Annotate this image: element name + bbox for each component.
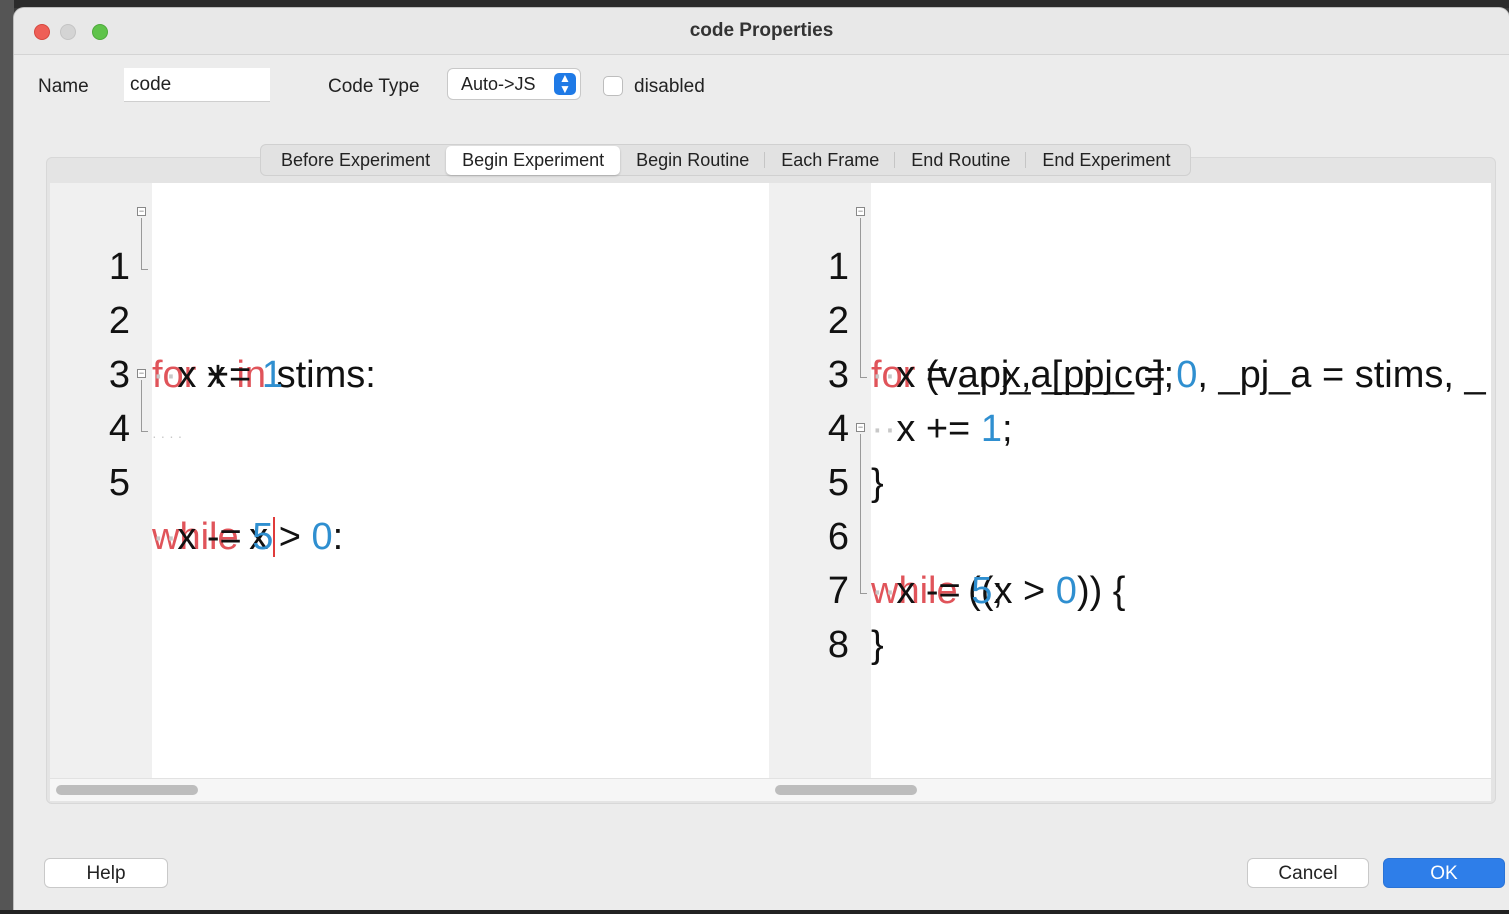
code-line: 4 − while x > 0: (50, 348, 770, 559)
desktop-background-left (0, 0, 14, 914)
javascript-code-editor[interactable]: 1 − for (var x, _pj_c = 0, _pj_a = stims… (769, 183, 1491, 778)
desktop-background (0, 0, 1509, 8)
code-properties-dialog: code Properties Name Code Type Auto->JS … (14, 8, 1509, 910)
tab-before-experiment[interactable]: Before Experiment (265, 146, 446, 175)
tab-end-experiment[interactable]: End Experiment (1026, 146, 1186, 175)
code-type-select[interactable]: Auto->JS ▲ ▼ (447, 68, 581, 100)
text-cursor (273, 517, 276, 557)
python-horizontal-scrollbar[interactable] (50, 778, 769, 801)
scrollbar-thumb[interactable] (56, 785, 198, 795)
code-line: 3 · · · · (50, 294, 770, 444)
fold-collapse-icon[interactable]: − (856, 207, 865, 216)
fold-collapse-icon[interactable]: − (856, 423, 865, 432)
code-type-value: Auto->JS (461, 74, 536, 94)
tab-begin-routine[interactable]: Begin Routine (620, 146, 766, 175)
disabled-checkbox[interactable] (603, 76, 623, 96)
up-down-chevron-icon: ▲ ▼ (554, 72, 576, 95)
code-line: 2 ··x = _pj_a[_pj_c]; (769, 240, 1491, 396)
number-token: 0 (311, 516, 333, 558)
scrollbar-thumb[interactable] (775, 785, 917, 795)
python-code-editor[interactable]: 1 − for x in stims: 2 ··x += 1 3 · · · ·… (50, 183, 770, 778)
code-line: 1 − for x in stims: (50, 186, 770, 397)
name-input[interactable] (124, 68, 270, 102)
disabled-label: disabled (634, 76, 705, 97)
line-number: 5 (108, 462, 130, 504)
code-line: 7 } (769, 510, 1491, 666)
code-line: 5 − while ((x > 0)) { (769, 402, 1491, 613)
code-line: 6 ··x -= 5; (769, 456, 1491, 612)
desktop-background-bottom (0, 910, 1509, 914)
javascript-horizontal-scrollbar[interactable] (769, 778, 1491, 801)
tab-end-routine[interactable]: End Routine (895, 146, 1027, 175)
code-line: 3 ··x += 1; (769, 294, 1491, 450)
code-text: } (871, 624, 884, 666)
number-token: 5 (252, 516, 274, 558)
code-text: x -= (177, 516, 253, 558)
code-line: 5 ··x -= 5 (50, 402, 770, 558)
code-line: 4 } (769, 348, 1491, 504)
code-line: 2 ··x += 1 (50, 240, 770, 396)
properties-row: Name Code Type Auto->JS ▲▼ disabled (14, 68, 1509, 108)
code-line: 8 (769, 564, 1491, 666)
code-type-label: Code Type (328, 76, 420, 97)
code-text: : (332, 516, 344, 558)
title-bar: code Properties (14, 8, 1509, 55)
line-number: 8 (827, 624, 849, 666)
fold-collapse-icon[interactable]: − (137, 207, 146, 216)
window-title: code Properties (689, 20, 834, 41)
fold-collapse-icon[interactable]: − (137, 369, 146, 378)
name-label: Name (38, 76, 89, 97)
ok-button[interactable]: OK (1383, 858, 1505, 888)
cancel-button[interactable]: Cancel (1247, 858, 1369, 888)
code-line: 1 − for (var x, _pj_c = 0, _pj_a = stims… (769, 186, 1491, 397)
tab-each-frame[interactable]: Each Frame (765, 146, 896, 175)
help-button[interactable]: Help (44, 858, 168, 888)
code-section-tabs: Before Experiment Begin Experiment Begin… (260, 144, 1192, 176)
tab-begin-experiment[interactable]: Begin Experiment (446, 145, 621, 175)
indent-guide: ·· (152, 516, 178, 558)
